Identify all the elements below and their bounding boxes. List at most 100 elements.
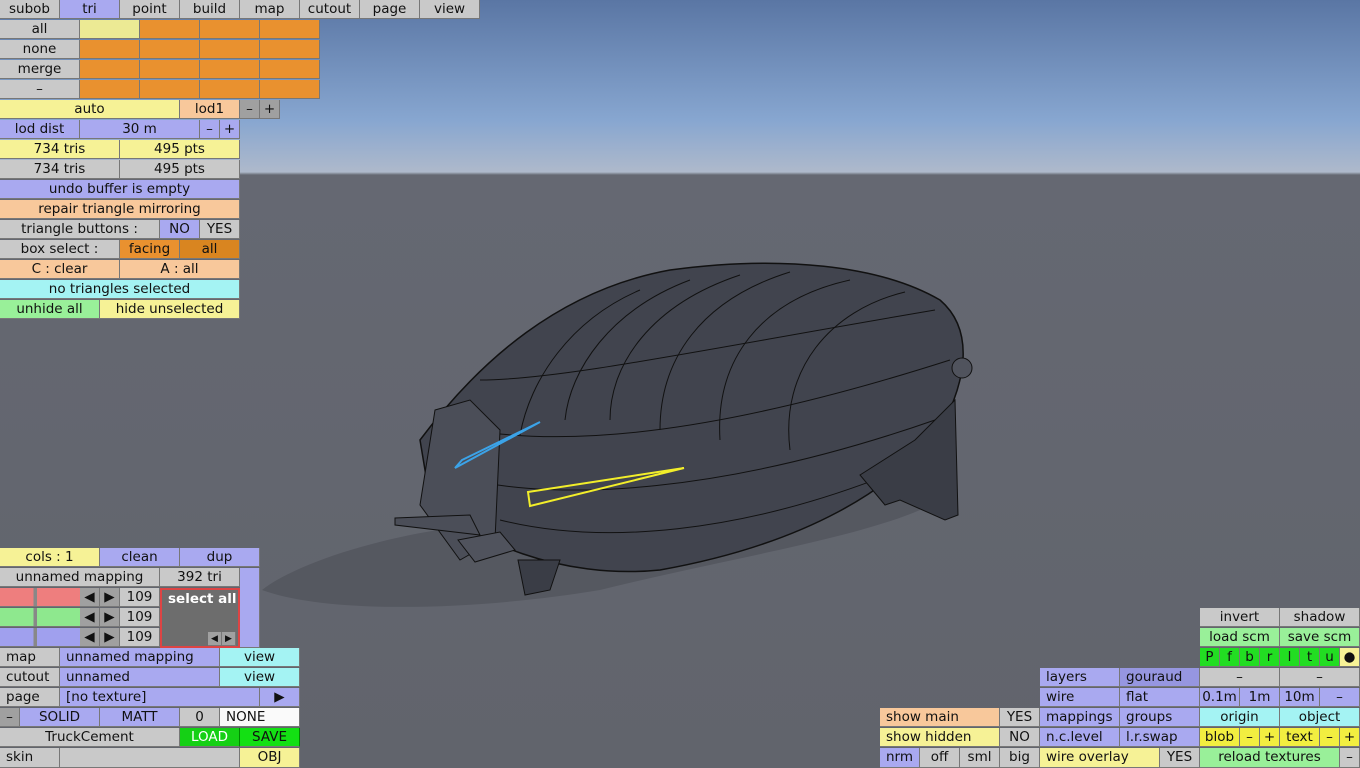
wire-button[interactable]: wire	[1040, 688, 1120, 707]
material-name-field[interactable]: NONE	[220, 708, 300, 727]
dash-button-2[interactable]: –	[1280, 668, 1360, 687]
tab-point[interactable]: point	[120, 0, 180, 19]
blue-right-arrow[interactable]: ▶	[100, 628, 120, 647]
step-01m-button[interactable]: 0.1m	[1200, 688, 1240, 707]
tab-tri[interactable]: tri	[60, 0, 120, 19]
tab-map[interactable]: map	[240, 0, 300, 19]
shadow-button[interactable]: shadow	[1280, 608, 1360, 627]
group-slot[interactable]	[200, 20, 260, 39]
green-slider[interactable]	[0, 608, 80, 627]
group-slot[interactable]	[140, 60, 200, 79]
group-slot[interactable]	[200, 60, 260, 79]
flat-button[interactable]: flat	[1120, 688, 1200, 707]
group-slot[interactable]	[80, 80, 140, 99]
lr-swap-button[interactable]: l.r.swap	[1120, 728, 1200, 747]
lod-auto-button[interactable]: auto	[0, 100, 180, 119]
all-key-button[interactable]: A : all	[120, 260, 240, 279]
page-play-button[interactable]: ▶	[260, 688, 300, 707]
load-button[interactable]: LOAD	[180, 728, 240, 747]
blob-minus-button[interactable]: –	[1240, 728, 1260, 747]
group-slot[interactable]	[140, 80, 200, 99]
save-button[interactable]: SAVE	[240, 728, 300, 747]
group-slot[interactable]	[260, 40, 320, 59]
gouraud-button[interactable]: gouraud	[1120, 668, 1200, 687]
reload-minus-button[interactable]: –	[1340, 748, 1360, 768]
blob-button[interactable]: blob	[1200, 728, 1240, 747]
unhide-all-button[interactable]: unhide all	[0, 300, 100, 319]
clear-key-button[interactable]: C : clear	[0, 260, 120, 279]
tab-view[interactable]: view	[420, 0, 480, 19]
group-slot[interactable]	[80, 40, 140, 59]
layers-button[interactable]: layers	[1040, 668, 1120, 687]
thumb-right-arrow[interactable]: ▶	[222, 632, 236, 646]
select-all-button[interactable]: all	[0, 20, 80, 39]
size-off-button[interactable]: off	[920, 748, 960, 768]
merge-button[interactable]: merge	[0, 60, 80, 79]
group-slot[interactable]	[260, 20, 320, 39]
text-minus-button[interactable]: –	[1320, 728, 1340, 747]
red-slider[interactable]	[0, 588, 80, 607]
groups-button[interactable]: groups	[1120, 708, 1200, 727]
clean-button[interactable]: clean	[100, 548, 180, 567]
red-right-arrow[interactable]: ▶	[100, 588, 120, 607]
origin-button[interactable]: origin	[1200, 708, 1280, 727]
size-big-button[interactable]: big	[1000, 748, 1040, 768]
mappings-button[interactable]: mappings	[1040, 708, 1120, 727]
lod1-button[interactable]: lod1	[180, 100, 240, 119]
size-small-button[interactable]: sml	[960, 748, 1000, 768]
red-left-arrow[interactable]: ◀	[80, 588, 100, 607]
group-slot[interactable]	[200, 40, 260, 59]
undo-status[interactable]: undo buffer is empty	[0, 180, 240, 199]
obj-button[interactable]: OBJ	[240, 748, 300, 768]
select-none-button[interactable]: none	[0, 40, 80, 59]
blue-slider[interactable]	[0, 628, 80, 647]
flag-p-toggle[interactable]: P	[1200, 648, 1220, 667]
reload-textures-button[interactable]: reload textures	[1200, 748, 1340, 768]
material-minus[interactable]: –	[0, 708, 20, 727]
hide-unselected-button[interactable]: hide unselected	[100, 300, 240, 319]
cutout-view-button[interactable]: view	[220, 668, 300, 687]
mapping-scrollbar[interactable]	[240, 568, 260, 648]
tab-subob[interactable]: subob	[0, 0, 60, 19]
group-slot[interactable]	[80, 60, 140, 79]
green-left-arrow[interactable]: ◀	[80, 608, 100, 627]
group-slot[interactable]	[200, 80, 260, 99]
flag-f-toggle[interactable]: f	[1220, 648, 1240, 667]
matt-button[interactable]: MATT	[100, 708, 180, 727]
lod-dist-plus[interactable]: +	[220, 120, 240, 139]
flag-t-toggle[interactable]: t	[1300, 648, 1320, 667]
text-button[interactable]: text	[1280, 728, 1320, 747]
map-view-button[interactable]: view	[220, 648, 300, 667]
dup-button[interactable]: dup	[180, 548, 260, 567]
normals-button[interactable]: nrm	[880, 748, 920, 768]
triangle-buttons-yes[interactable]: YES	[200, 220, 240, 239]
map-value[interactable]: unnamed mapping	[60, 648, 220, 667]
group-slot[interactable]	[80, 20, 140, 39]
texture-thumbnail[interactable]: select all ◀ ▶	[160, 588, 240, 648]
cols-button[interactable]: cols : 1	[0, 548, 100, 567]
box-select-all[interactable]: all	[180, 240, 240, 259]
blob-plus-button[interactable]: +	[1260, 728, 1280, 747]
green-right-arrow[interactable]: ▶	[100, 608, 120, 627]
lod-minus-button[interactable]: –	[240, 100, 260, 119]
wire-overlay-toggle[interactable]: YES	[1160, 748, 1200, 768]
load-scm-button[interactable]: load scm	[1200, 628, 1280, 647]
object-button[interactable]: object	[1280, 708, 1360, 727]
step-1m-button[interactable]: 1m	[1240, 688, 1280, 707]
cutout-value[interactable]: unnamed	[60, 668, 220, 687]
invert-button[interactable]: invert	[1200, 608, 1280, 627]
flag-l-toggle[interactable]: l	[1280, 648, 1300, 667]
triangle-buttons-no[interactable]: NO	[160, 220, 200, 239]
box-select-facing[interactable]: facing	[120, 240, 180, 259]
thumb-left-arrow[interactable]: ◀	[208, 632, 222, 646]
repair-mirroring-button[interactable]: repair triangle mirroring	[0, 200, 240, 219]
text-plus-button[interactable]: +	[1340, 728, 1360, 747]
flag-b-toggle[interactable]: b	[1240, 648, 1260, 667]
page-value[interactable]: [no texture]	[60, 688, 260, 707]
nc-level-button[interactable]: n.c.level	[1040, 728, 1120, 747]
flag-dot-toggle[interactable]: ●	[1340, 648, 1360, 667]
blue-left-arrow[interactable]: ◀	[80, 628, 100, 647]
tab-build[interactable]: build	[180, 0, 240, 19]
lod-dist-minus[interactable]: –	[200, 120, 220, 139]
save-scm-button[interactable]: save scm	[1280, 628, 1360, 647]
